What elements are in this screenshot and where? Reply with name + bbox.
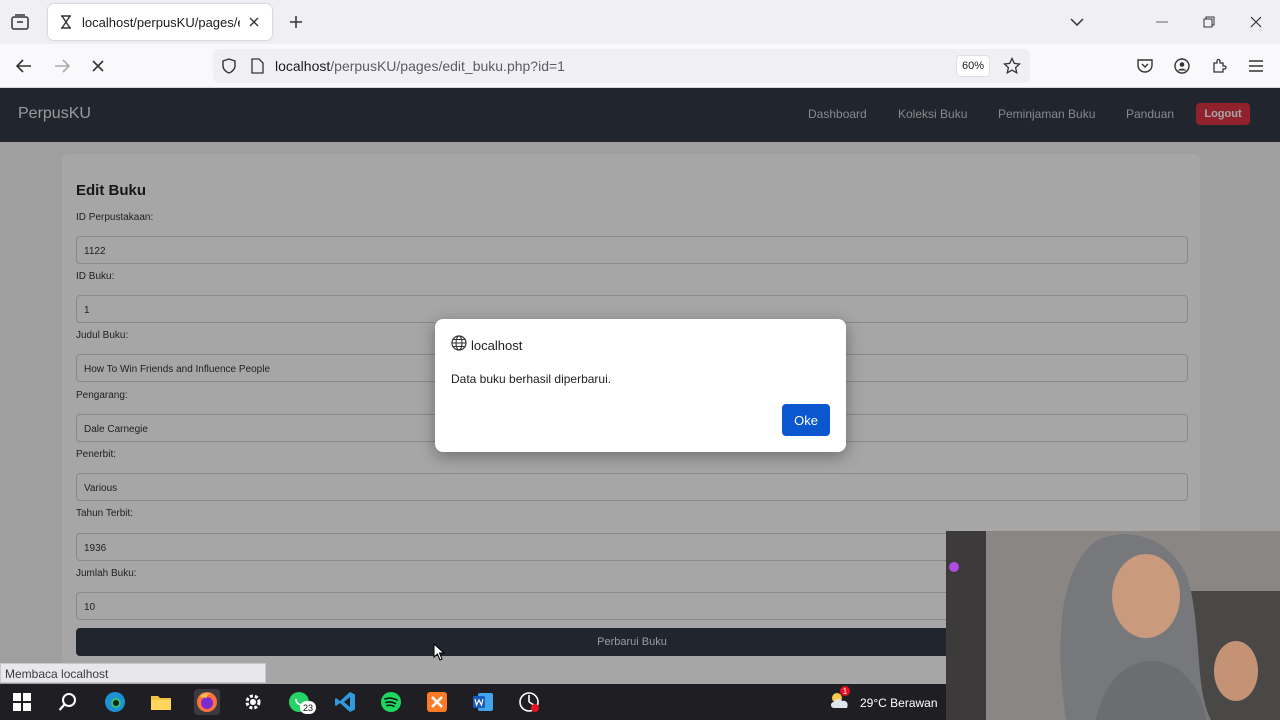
weather-widget[interactable]: 1 29°C Berawan [828, 686, 938, 715]
url-text[interactable]: localhost/perpusKU/pages/edit_buku.php?i… [275, 58, 565, 74]
forward-arrow-icon[interactable] [50, 54, 74, 78]
bookmark-star-icon[interactable] [1003, 56, 1021, 80]
browser-tab[interactable]: localhost/perpusKU/pages/edit_buku [48, 4, 272, 40]
webcam-video-overlay [946, 531, 1280, 720]
new-tab-icon[interactable] [284, 10, 308, 34]
globe-icon [451, 335, 467, 356]
search-icon[interactable] [55, 689, 81, 715]
spotify-icon[interactable] [378, 689, 404, 715]
dialog-origin-text: localhost [471, 338, 523, 353]
dialog-message: Data buku berhasil diperbarui. [451, 372, 612, 386]
microsoft-word-icon[interactable] [470, 689, 496, 715]
browser-tab-bar: localhost/perpusKU/pages/edit_buku [0, 0, 1280, 44]
weather-text: 29°C Berawan [860, 695, 938, 710]
mouse-cursor-icon [433, 642, 446, 666]
minimize-icon[interactable] [1150, 10, 1174, 34]
settings-gear-icon[interactable] [240, 689, 266, 715]
vscode-icon[interactable] [332, 689, 358, 715]
zoom-level-badge[interactable]: 60% [956, 55, 990, 77]
back-arrow-icon[interactable] [12, 54, 36, 78]
account-icon[interactable] [1170, 54, 1194, 78]
dialog-ok-button[interactable]: Oke [782, 404, 830, 436]
firefox-icon[interactable] [194, 689, 220, 715]
tab-close-icon[interactable] [246, 14, 262, 30]
alert-dialog: localhost Data buku berhasil diperbarui.… [435, 319, 846, 452]
pocket-icon[interactable] [1133, 54, 1157, 78]
cloud-sun-weather-icon: 1 [828, 686, 854, 715]
browser-toolbar: localhost/perpusKU/pages/edit_buku.php?i… [0, 44, 1280, 88]
whatsapp-notification-badge: 23 [300, 701, 316, 714]
stop-loading-icon[interactable] [86, 54, 110, 78]
restore-icon[interactable] [1197, 10, 1221, 34]
loading-hourglass-icon [58, 14, 74, 30]
tab-list-icon[interactable] [8, 10, 32, 34]
windows-start-icon[interactable] [9, 689, 35, 715]
extensions-icon[interactable] [1207, 54, 1231, 78]
tab-title: localhost/perpusKU/pages/edit_buku [82, 14, 240, 30]
browser-status-text: Membaca localhost [0, 663, 266, 683]
edge-browser-icon[interactable] [102, 689, 128, 715]
dialog-origin: localhost [451, 335, 522, 356]
close-window-icon[interactable] [1244, 10, 1268, 34]
screen-recorder-icon[interactable] [516, 689, 542, 715]
page-info-icon[interactable] [251, 58, 264, 79]
menu-hamburger-icon[interactable] [1244, 54, 1268, 78]
list-all-tabs-chevron-icon[interactable] [1065, 10, 1089, 34]
weather-alert-badge: 1 [840, 686, 850, 696]
tracking-shield-icon[interactable] [221, 58, 237, 79]
xampp-icon[interactable] [424, 689, 450, 715]
file-explorer-icon[interactable] [148, 689, 174, 715]
url-bar[interactable]: localhost/perpusKU/pages/edit_buku.php?i… [213, 49, 1030, 83]
whatsapp-icon[interactable]: 23 [286, 689, 316, 715]
